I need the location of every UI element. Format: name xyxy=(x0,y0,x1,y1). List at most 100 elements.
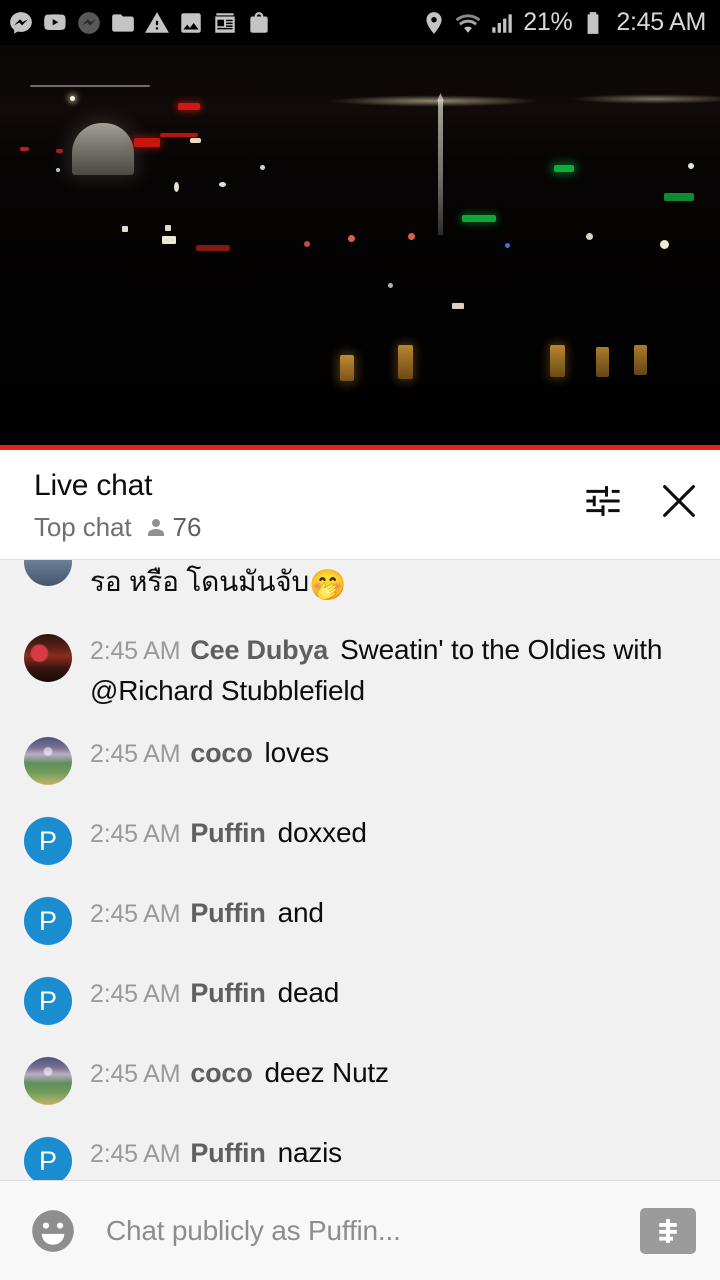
video-light xyxy=(348,235,355,242)
avatar[interactable] xyxy=(24,634,72,682)
person-icon xyxy=(147,518,164,536)
live-chat-subheader: Top chat 76 xyxy=(34,512,580,543)
chat-message-item[interactable]: P 2:45 AM Puffin nazis xyxy=(0,1121,720,1180)
chat-message-body: 2:45 AM coco loves xyxy=(90,731,696,774)
chat-message-body: รอ หรือ โดนมันจับ🤭 xyxy=(90,560,696,606)
avatar[interactable]: P xyxy=(24,897,72,945)
avatar[interactable]: P xyxy=(24,817,72,865)
message-timestamp: 2:45 AM xyxy=(90,637,181,665)
emoji-picker-button[interactable] xyxy=(28,1206,78,1256)
avatar[interactable] xyxy=(24,1057,72,1105)
video-jefferson-memorial xyxy=(72,123,134,175)
avatar-image xyxy=(24,634,72,682)
chat-message-item[interactable]: P 2:45 AM Puffin and xyxy=(0,881,720,961)
youtube-icon xyxy=(44,13,66,30)
message-text: and xyxy=(277,897,324,928)
avatar-initial: P xyxy=(24,1137,72,1180)
chat-message-item[interactable]: 2:45 AM Cee Dubya Sweatin' to the Oldies w… xyxy=(0,618,720,721)
close-icon xyxy=(663,485,695,517)
video-light xyxy=(554,165,574,172)
chat-message-item[interactable]: P 2:45 AM Puffin doxxed xyxy=(0,801,720,881)
video-light xyxy=(122,226,128,232)
video-light xyxy=(56,168,60,172)
message-text: doxxed xyxy=(277,817,367,848)
avatar[interactable] xyxy=(24,560,72,586)
viewer-count-group: 76 xyxy=(144,512,202,543)
chat-settings-button[interactable] xyxy=(580,478,626,524)
chat-message-body: 2:45 AM Puffin dead xyxy=(90,971,696,1014)
video-light xyxy=(30,85,150,87)
video-light xyxy=(660,240,669,249)
folder-icon xyxy=(112,13,134,32)
video-light xyxy=(505,243,510,248)
video-light xyxy=(20,147,29,151)
message-author[interactable]: Puffin xyxy=(190,818,265,848)
video-light xyxy=(56,149,63,153)
live-stream-video[interactable] xyxy=(0,45,720,450)
live-chat-header-titles: Live chat Top chat 76 xyxy=(34,468,580,543)
avatar-initial: P xyxy=(24,817,72,865)
message-author[interactable]: Puffin xyxy=(190,898,265,928)
video-light xyxy=(550,345,565,377)
avatar-image xyxy=(24,737,72,785)
chat-message-body: 2:45 AM Puffin nazis xyxy=(90,1131,696,1174)
chat-input[interactable] xyxy=(78,1214,630,1247)
chat-message-body: 2:45 AM Cee Dubya Sweatin' to the Oldies w… xyxy=(90,628,696,711)
video-light xyxy=(462,215,496,222)
live-chat-header-actions xyxy=(580,468,702,524)
news-icon xyxy=(215,12,235,33)
message-timestamp: 2:45 AM xyxy=(90,1060,181,1088)
warning-icon xyxy=(145,11,169,33)
video-light xyxy=(70,96,75,101)
chat-message-list[interactable]: รอ หรือ โดนมันจับ🤭 2:45 AM Cee Dubya Sweat… xyxy=(0,560,720,1180)
messenger-icon xyxy=(10,11,32,34)
chat-message-item[interactable]: P 2:45 AM Puffin dead xyxy=(0,961,720,1041)
avatar[interactable]: P xyxy=(24,977,72,1025)
avatar[interactable]: P xyxy=(24,1137,72,1180)
message-author[interactable]: Puffin xyxy=(190,978,265,1008)
message-author[interactable]: Cee Dubya xyxy=(190,635,328,665)
avatar[interactable] xyxy=(24,737,72,785)
chat-message-item[interactable]: 2:45 AM coco loves xyxy=(0,721,720,801)
cellular-signal-icon xyxy=(492,13,512,33)
message-text: dead xyxy=(277,977,340,1008)
super-chat-dollar-icon xyxy=(659,1218,677,1243)
message-timestamp: 2:45 AM xyxy=(90,740,181,768)
video-light xyxy=(178,103,200,110)
live-chat-header: Live chat Top chat 76 xyxy=(0,450,720,560)
message-author[interactable]: coco xyxy=(190,1058,252,1088)
video-light xyxy=(340,355,354,381)
viewer-count-label: 76 xyxy=(172,512,202,542)
tune-sliders-icon xyxy=(586,486,620,516)
message-author[interactable]: coco xyxy=(190,738,252,768)
message-timestamp: 2:45 AM xyxy=(90,1140,181,1168)
video-light xyxy=(398,345,413,379)
message-author[interactable]: Puffin xyxy=(190,1138,265,1168)
status-bar-system-icons: 21% 2:45 AM xyxy=(421,8,706,37)
status-bar: 21% 2:45 AM xyxy=(0,0,720,45)
video-light xyxy=(162,236,176,244)
live-chat-panel: Live chat Top chat 76 รอ หรือ โดนมันจับ🤭… xyxy=(0,450,720,1280)
video-light xyxy=(586,233,593,240)
message-text: nazis xyxy=(277,1137,343,1168)
chat-message-item[interactable]: 2:45 AM coco deez Nutz xyxy=(0,1041,720,1121)
chat-message-item[interactable]: รอ หรือ โดนมันจับ🤭 xyxy=(0,560,720,618)
video-light xyxy=(634,345,647,375)
messenger-muted-icon xyxy=(78,11,100,34)
message-timestamp: 2:45 AM xyxy=(90,820,181,848)
super-chat-button[interactable] xyxy=(640,1207,696,1254)
video-light xyxy=(190,138,201,143)
close-chat-button[interactable] xyxy=(656,478,702,524)
photo-icon xyxy=(181,12,201,33)
avatar-initial: P xyxy=(24,897,72,945)
video-light xyxy=(134,138,160,147)
video-light xyxy=(219,182,226,187)
battery-percent-label: 21% xyxy=(523,8,573,36)
chat-mode-label[interactable]: Top chat xyxy=(34,512,132,543)
chat-message-body: 2:45 AM Puffin and xyxy=(90,891,696,934)
chat-message-body: 2:45 AM coco deez Nutz xyxy=(90,1051,696,1094)
video-light xyxy=(160,133,198,137)
chat-composer xyxy=(0,1180,720,1280)
video-light xyxy=(260,165,265,170)
status-bar-notification-icons xyxy=(8,10,272,36)
